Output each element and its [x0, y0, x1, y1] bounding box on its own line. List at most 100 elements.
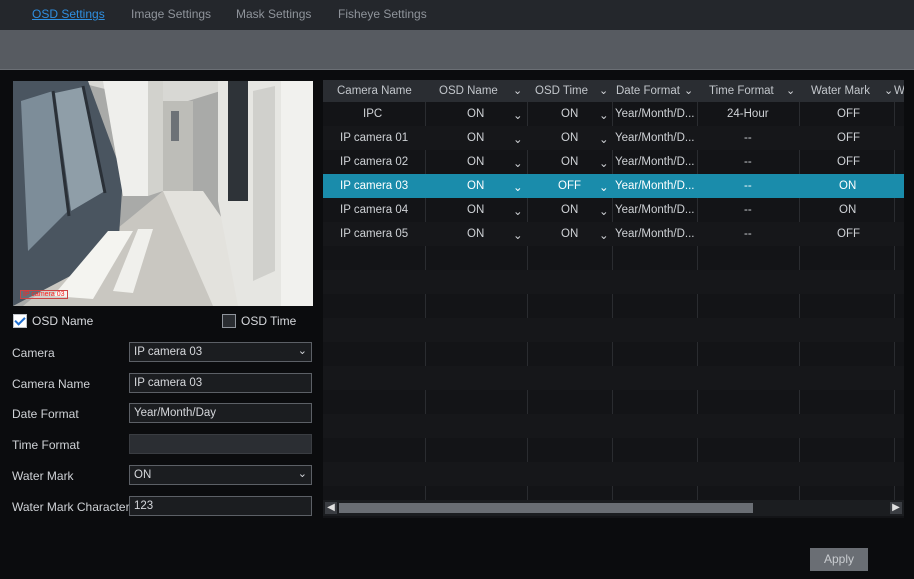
cell-osd-time: OFF: [558, 180, 581, 192]
cell-osd-name: ON: [467, 228, 485, 240]
water-mark-select-value: ON: [134, 469, 152, 481]
camera-select[interactable]: IP camera 03 ⌄: [129, 342, 312, 362]
tab-bar: OSD Settings Image Settings Mask Setting…: [0, 0, 914, 30]
chevron-down-icon[interactable]: ⌄: [599, 108, 609, 122]
chevron-down-icon[interactable]: ⌄: [513, 84, 522, 97]
horizontal-scrollbar[interactable]: ◀ ▶: [323, 500, 904, 516]
camera-select-value: IP camera 03: [134, 346, 203, 358]
chevron-down-icon[interactable]: ⌄: [513, 180, 523, 194]
cell-date-format: Year/Month/D...: [615, 108, 695, 120]
chevron-down-icon[interactable]: ⌄: [599, 84, 608, 97]
table-header: Camera Name OSD Name ⌄ OSD Time ⌄ Date F…: [323, 80, 904, 102]
cell-time-format: --: [744, 228, 752, 240]
table-row-selected[interactable]: IP camera 03 ON ⌄ OFF ⌄ Year/Month/D... …: [323, 174, 904, 198]
osd-name-overlay: IP camera 03: [20, 290, 68, 299]
table-row[interactable]: IP camera 04 ON ⌄ ON ⌄ Year/Month/D... -…: [323, 198, 904, 222]
table-row[interactable]: IP camera 05 ON ⌄ ON ⌄ Year/Month/D... -…: [323, 222, 904, 246]
camera-name-label: Camera Name: [12, 377, 91, 391]
water-mark-character-label: Water Mark Character: [12, 500, 130, 514]
corridor-image: [13, 81, 313, 306]
osd-name-checkbox-row[interactable]: OSD Name: [13, 314, 93, 328]
date-format-field[interactable]: Year/Month/Day: [129, 403, 312, 423]
cell-water-mark: OFF: [837, 108, 860, 120]
chevron-down-icon[interactable]: ⌄: [599, 180, 609, 194]
osd-time-label: OSD Time: [241, 314, 297, 328]
cell-osd-name: ON: [467, 204, 485, 216]
cell-date-format: Year/Month/D...: [615, 228, 695, 240]
cell-osd-name: ON: [467, 108, 485, 120]
scrollbar-thumb[interactable]: [339, 503, 753, 513]
cell-osd-time: ON: [561, 156, 579, 168]
toolbar-strip: [0, 30, 914, 70]
cell-osd-name: ON: [467, 156, 485, 168]
cell-camera-name: IP camera 03: [340, 180, 409, 192]
col-header-osd-name[interactable]: OSD Name: [439, 85, 498, 97]
table-row: [323, 318, 904, 342]
apply-button[interactable]: Apply: [810, 548, 868, 571]
cell-osd-name: ON: [467, 132, 485, 144]
col-header-time-format[interactable]: Time Format: [709, 85, 774, 97]
chevron-down-icon[interactable]: ⌄: [513, 132, 523, 146]
table-row: [323, 366, 904, 390]
table-row[interactable]: IP camera 01 ON ⌄ ON ⌄ Year/Month/D... -…: [323, 126, 904, 150]
water-mark-label: Water Mark: [12, 469, 74, 483]
chevron-down-icon[interactable]: ⌄: [513, 108, 523, 122]
scroll-left-icon[interactable]: ◀: [325, 502, 337, 514]
cell-time-format: --: [744, 204, 752, 216]
table-row[interactable]: IPC ON ⌄ ON ⌄ Year/Month/D... 24-Hour OF…: [323, 102, 904, 126]
cell-water-mark: ON: [839, 204, 857, 216]
cell-water-mark: OFF: [837, 132, 860, 144]
time-format-label: Time Format: [12, 438, 80, 452]
camera-label: Camera: [12, 346, 55, 360]
cell-osd-time: ON: [561, 228, 579, 240]
chevron-down-icon[interactable]: ⌄: [513, 204, 523, 218]
cell-osd-time: ON: [561, 132, 579, 144]
osd-time-checkbox[interactable]: [222, 314, 236, 328]
osd-time-checkbox-row[interactable]: OSD Time: [222, 314, 296, 328]
cell-camera-name: IP camera 02: [340, 156, 409, 168]
chevron-down-icon[interactable]: ⌄: [599, 204, 609, 218]
chevron-down-icon[interactable]: ⌄: [599, 228, 609, 242]
table-row: [323, 462, 904, 486]
table-row[interactable]: IP camera 02 ON ⌄ ON ⌄ Year/Month/D... -…: [323, 150, 904, 174]
scroll-right-icon[interactable]: ▶: [890, 502, 902, 514]
col-header-date-format[interactable]: Date Format: [616, 85, 680, 97]
cell-camera-name: IP camera 05: [340, 228, 409, 240]
osd-name-label: OSD Name: [32, 314, 94, 328]
cell-time-format: --: [744, 156, 752, 168]
chevron-down-icon[interactable]: ⌄: [513, 228, 523, 242]
cell-water-mark: OFF: [837, 228, 860, 240]
chevron-down-icon: ⌄: [297, 468, 307, 480]
cell-time-format: 24-Hour: [727, 108, 769, 120]
chevron-down-icon[interactable]: ⌄: [684, 84, 693, 97]
date-format-label: Date Format: [12, 407, 79, 421]
tab-osd-settings[interactable]: OSD Settings: [32, 7, 105, 21]
cell-osd-time: ON: [561, 108, 579, 120]
col-header-water-mark-character[interactable]: Wa: [894, 85, 904, 97]
camera-osd-table: Camera Name OSD Name ⌄ OSD Time ⌄ Date F…: [323, 80, 904, 518]
water-mark-select[interactable]: ON ⌄: [129, 465, 312, 485]
cell-osd-time: ON: [561, 204, 579, 216]
cell-water-mark: OFF: [837, 156, 860, 168]
osd-name-checkbox[interactable]: [13, 314, 27, 328]
cell-date-format: Year/Month/D...: [615, 156, 695, 168]
col-header-camera-name[interactable]: Camera Name: [337, 85, 412, 97]
col-header-water-mark[interactable]: Water Mark: [811, 85, 870, 97]
camera-name-input[interactable]: IP camera 03: [129, 373, 312, 393]
cell-date-format: Year/Month/D...: [615, 204, 695, 216]
col-header-osd-time[interactable]: OSD Time: [535, 85, 588, 97]
chevron-down-icon[interactable]: ⌄: [513, 156, 523, 170]
tab-image-settings[interactable]: Image Settings: [131, 7, 211, 21]
chevron-down-icon[interactable]: ⌄: [599, 156, 609, 170]
water-mark-character-input[interactable]: 123: [129, 496, 312, 516]
chevron-down-icon[interactable]: ⌄: [786, 84, 795, 97]
time-format-field: [129, 434, 312, 454]
tab-mask-settings[interactable]: Mask Settings: [236, 7, 311, 21]
chevron-down-icon[interactable]: ⌄: [599, 132, 609, 146]
cell-time-format: --: [744, 180, 752, 192]
chevron-down-icon[interactable]: ⌄: [884, 84, 893, 97]
table-row: [323, 270, 904, 294]
chevron-down-icon: ⌄: [297, 345, 307, 357]
tab-fisheye-settings[interactable]: Fisheye Settings: [338, 7, 427, 21]
cell-osd-name: ON: [467, 180, 485, 192]
